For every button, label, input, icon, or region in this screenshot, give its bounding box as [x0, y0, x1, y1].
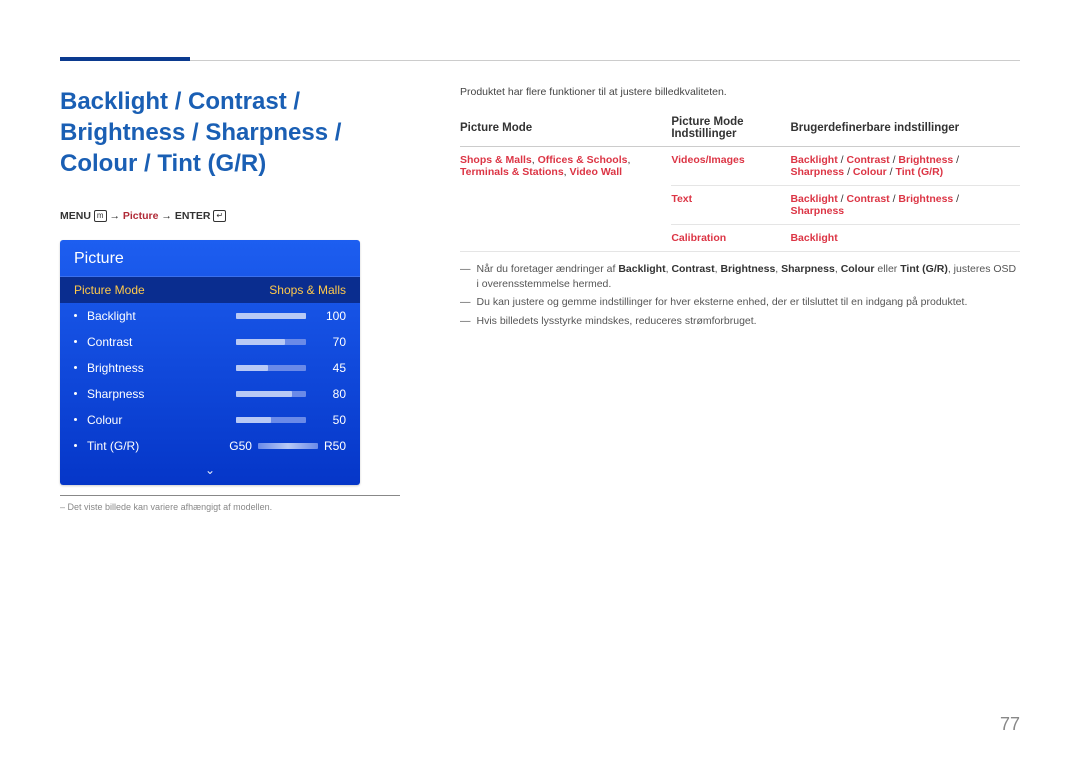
osd-title: Picture	[60, 240, 360, 277]
notes: ―Når du foretager ændringer af Backlight…	[460, 262, 1020, 329]
slider[interactable]	[236, 391, 306, 397]
accent-bar	[60, 57, 190, 61]
osd-row[interactable]: Backlight100	[60, 303, 360, 329]
osd-row[interactable]: Colour50	[60, 407, 360, 433]
osd-row[interactable]: Contrast70	[60, 329, 360, 355]
osd-row-tint[interactable]: Tint (G/R) G50 R50	[60, 433, 360, 459]
slider[interactable]	[236, 313, 306, 319]
slider[interactable]	[236, 417, 306, 423]
table-row: Shops & Malls, Offices & Schools, Termin…	[460, 147, 1020, 186]
page-title: Backlight / Contrast / Brightness / Shar…	[60, 86, 400, 180]
osd-panel: Picture Picture Mode Shops & Malls Backl…	[60, 240, 360, 485]
settings-table: Picture Mode Picture Mode Indstillinger …	[460, 113, 1020, 252]
osd-row[interactable]: Sharpness80	[60, 381, 360, 407]
tint-slider[interactable]	[258, 443, 318, 449]
slider[interactable]	[236, 365, 306, 371]
osd-row[interactable]: Brightness45	[60, 355, 360, 381]
intro-text: Produktet har flere funktioner til at ju…	[460, 86, 1020, 98]
menu-path: MENU m → Picture → ENTER ↵	[60, 210, 400, 222]
enter-icon: ↵	[213, 210, 226, 222]
page-number: 77	[1000, 714, 1020, 735]
menu-icon: m	[94, 210, 107, 222]
chevron-down-icon[interactable]: ⌄	[60, 459, 360, 485]
osd-row-picture-mode[interactable]: Picture Mode Shops & Malls	[60, 277, 360, 303]
footnote: – Det viste billede kan variere afhængig…	[60, 502, 400, 512]
slider[interactable]	[236, 339, 306, 345]
